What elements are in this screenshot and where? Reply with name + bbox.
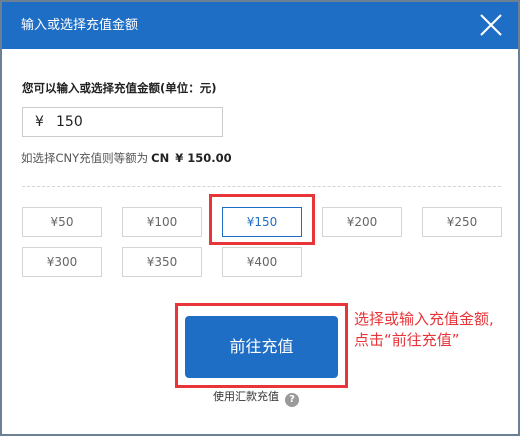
amount-option-150[interactable]: ¥150 <box>222 207 302 237</box>
amount-option-200[interactable]: ¥200 <box>322 207 402 237</box>
annotation-line-1: 选择或输入充值金额, <box>354 310 494 328</box>
remit-label: 使用汇款充值 <box>213 390 279 403</box>
equivalent-prefix: 如选择CNY充值则等额为 <box>21 151 149 165</box>
annotation-line-2: 点击“前往充值” <box>354 331 460 349</box>
amount-input[interactable]: ¥ 150 <box>22 107 223 137</box>
amount-option-350[interactable]: ¥350 <box>122 247 202 277</box>
equivalent-currency: CN <box>151 151 170 165</box>
remit-recharge-link[interactable]: 使用汇款充值? <box>213 388 299 407</box>
go-recharge-button[interactable]: 前往充值 <box>185 316 338 378</box>
amount-option-400[interactable]: ¥400 <box>222 247 302 277</box>
amount-value: 150 <box>56 114 83 130</box>
annotation-text: 选择或输入充值金额, 点击“前往充值” <box>354 309 522 351</box>
help-icon[interactable]: ? <box>285 393 299 407</box>
divider <box>22 186 501 187</box>
dialog-title: 输入或选择充值金额 <box>21 18 139 33</box>
equivalent-amount-line: 如选择CNY充值则等额为 CN ¥ 150.00 <box>21 150 232 166</box>
amount-option-300[interactable]: ¥300 <box>22 247 102 277</box>
dialog-titlebar: 输入或选择充值金额 <box>2 2 518 49</box>
amount-prompt: 您可以输入或选择充值金额(单位：元) <box>22 81 217 95</box>
amount-option-100[interactable]: ¥100 <box>122 207 202 237</box>
currency-symbol: ¥ <box>35 114 44 130</box>
amount-option-50[interactable]: ¥50 <box>22 207 102 237</box>
equivalent-amount: ¥ 150.00 <box>175 151 232 165</box>
amount-option-250[interactable]: ¥250 <box>422 207 502 237</box>
close-icon[interactable] <box>478 12 504 38</box>
